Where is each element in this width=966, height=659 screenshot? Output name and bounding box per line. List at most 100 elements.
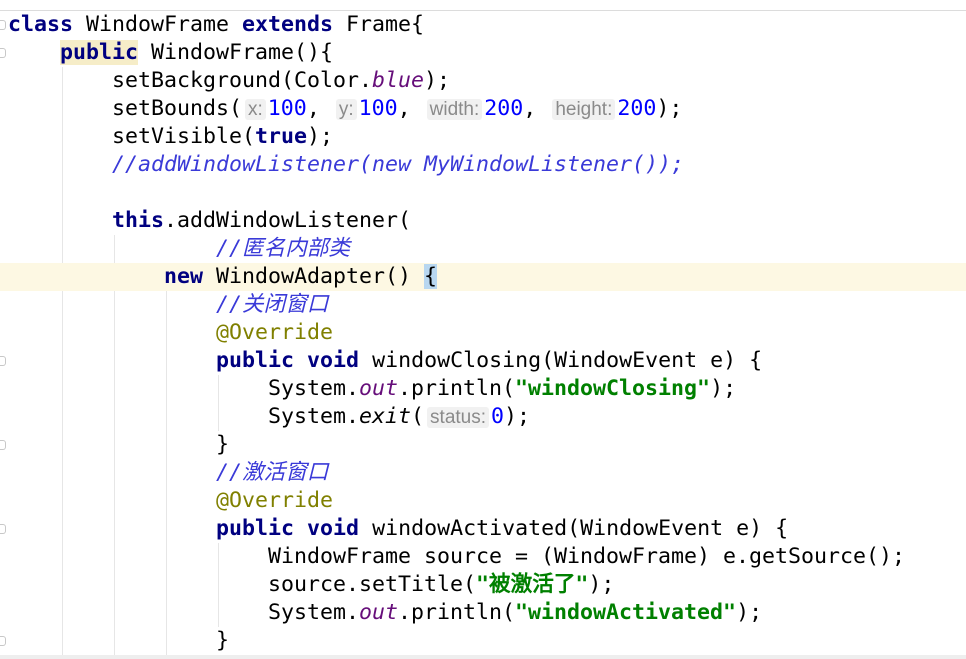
code-line[interactable]: class WindowFrame extends Frame{ (8, 11, 966, 39)
string-literal: "windowClosing" (515, 376, 711, 401)
code-line[interactable]: WindowFrame source = (WindowFrame) e.get… (8, 543, 966, 571)
code-text: System. (8, 376, 360, 401)
keyword: this (112, 208, 165, 233)
code-editor[interactable]: class WindowFrame extends Frame{ public … (0, 11, 966, 655)
code-line[interactable]: System.out.println("windowClosing"); (8, 375, 966, 403)
code-line[interactable]: } (8, 431, 966, 459)
code-line[interactable]: public void windowActivated(WindowEvent … (8, 515, 966, 543)
code-line[interactable]: public WindowFrame(){ (8, 39, 966, 67)
fold-marker-icon[interactable] (0, 356, 6, 366)
code-text: WindowFrame source = (WindowFrame) e.get… (8, 544, 906, 569)
string-literal: "windowActivated" (515, 600, 737, 625)
parameter-hint: height: (552, 99, 616, 120)
code-line[interactable]: //addWindowListener(new MyWindowListener… (8, 151, 966, 179)
code-text: ); (710, 376, 737, 401)
keyword: extends (242, 12, 334, 37)
parameter-hint: width: (426, 99, 483, 120)
code-text: ); (504, 404, 531, 429)
code-line[interactable]: new WindowAdapter() { (0, 263, 966, 291)
code-text: } (8, 432, 230, 457)
code-line[interactable]: //激活窗口 (8, 459, 966, 487)
code-text: .println( (398, 600, 516, 625)
keyword: public (216, 516, 295, 541)
code-text: } (8, 628, 230, 653)
keyword: public (60, 40, 139, 65)
code-line[interactable]: source.setTitle("被激活了"); (8, 571, 966, 599)
keyword: void (307, 516, 360, 541)
code-text: ); (424, 68, 451, 93)
code-text: ); (588, 572, 615, 597)
code-text: System. (8, 600, 360, 625)
matched-brace: { (424, 264, 438, 289)
code-text: .addWindowListener( (164, 208, 412, 233)
code-text: windowClosing(WindowEvent e) { (359, 348, 763, 373)
fold-marker-icon[interactable] (0, 48, 6, 58)
code-line[interactable]: System.exit(status: 0); (8, 403, 966, 431)
comment: //激活窗口 (216, 460, 329, 485)
number-literal: 0 (491, 404, 505, 429)
annotation: @Override (216, 320, 334, 345)
number-literal: 100 (267, 96, 307, 121)
code-text: ); (656, 96, 683, 121)
code-line[interactable]: @Override (8, 319, 966, 347)
comment: //addWindowListener(new MyWindowListener… (112, 152, 685, 177)
fold-marker-icon[interactable] (0, 20, 6, 30)
fold-marker-icon[interactable] (0, 636, 6, 646)
keyword: true (255, 124, 308, 149)
comment: //匿名内部类 (216, 236, 350, 261)
static-field: out (359, 600, 399, 625)
code-text: ); (736, 600, 763, 625)
code-text: ); (307, 124, 334, 149)
number-literal: 100 (358, 96, 398, 121)
code-text: setBounds( (8, 96, 243, 121)
code-text: Frame{ (333, 12, 425, 37)
code-text: , (306, 96, 333, 121)
code-text: System. (8, 404, 360, 429)
code-line[interactable]: } (8, 627, 966, 655)
code-text: ( (411, 404, 425, 429)
code-line[interactable]: //关闭窗口 (8, 291, 966, 319)
keyword: class (8, 12, 74, 37)
keyword: public (216, 348, 295, 373)
parameter-hint: y: (335, 99, 357, 120)
code-line[interactable]: setVisible(true); (8, 123, 966, 151)
code-text: setVisible( (8, 124, 256, 149)
static-method: exit (359, 404, 412, 429)
code-line[interactable]: setBounds(x: 100, y: 100, width: 200, heigh… (8, 95, 966, 123)
code-text: , (397, 96, 424, 121)
code-line[interactable]: System.out.println("windowActivated"); (8, 599, 966, 627)
number-literal: 200 (484, 96, 524, 121)
static-field: out (359, 376, 399, 401)
fold-marker-icon[interactable] (0, 440, 6, 450)
code-text: WindowFrame (73, 12, 243, 37)
code-line[interactable]: @Override (8, 487, 966, 515)
code-line[interactable] (8, 179, 966, 207)
code-line[interactable]: this.addWindowListener( (8, 207, 966, 235)
keyword: new (164, 264, 204, 289)
horizontal-scrollbar[interactable] (0, 655, 966, 659)
comment: //关闭窗口 (216, 292, 329, 317)
fold-marker-icon[interactable] (0, 524, 6, 534)
code-line[interactable]: //匿名内部类 (8, 235, 966, 263)
code-line[interactable]: setBackground(Color.blue); (8, 67, 966, 95)
string-literal: "被激活了" (476, 572, 589, 597)
code-text: .println( (398, 376, 516, 401)
static-field: blue (372, 68, 425, 93)
code-text: source.setTitle( (8, 572, 477, 597)
code-text: windowActivated(WindowEvent e) { (359, 516, 789, 541)
code-line[interactable]: public void windowClosing(WindowEvent e)… (8, 347, 966, 375)
code-text: setBackground(Color. (8, 68, 373, 93)
code-text: , (523, 96, 550, 121)
